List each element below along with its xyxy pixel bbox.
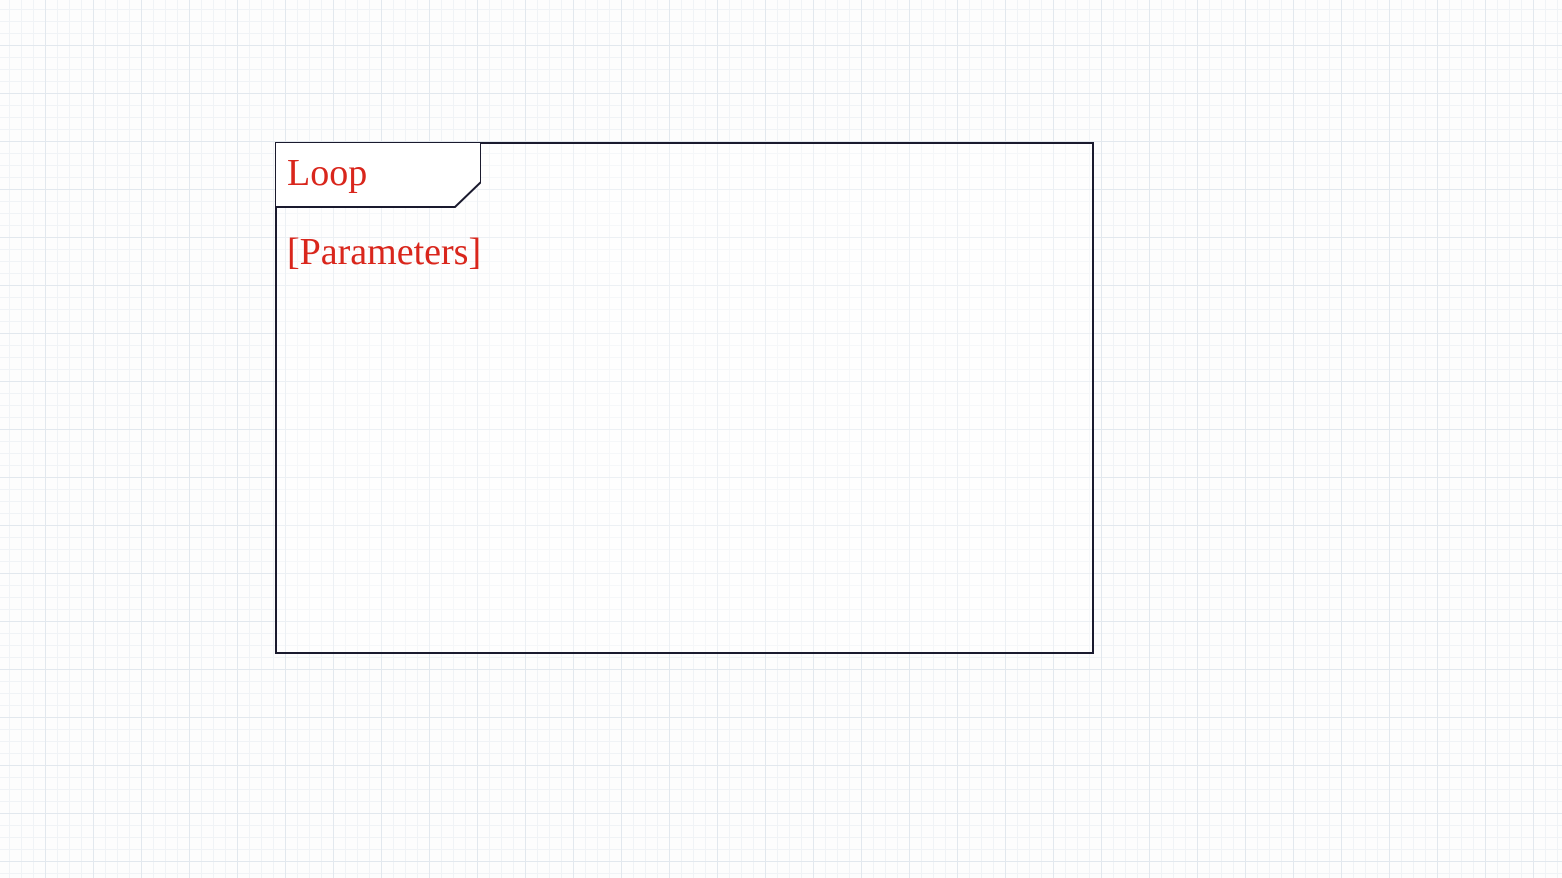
operator-tab[interactable]: Loop bbox=[275, 142, 479, 207]
fragment-frame[interactable]: Loop [Parameters] bbox=[275, 142, 1094, 654]
operator-label: Loop bbox=[287, 151, 367, 195]
parameters-label: [Parameters] bbox=[287, 230, 481, 274]
